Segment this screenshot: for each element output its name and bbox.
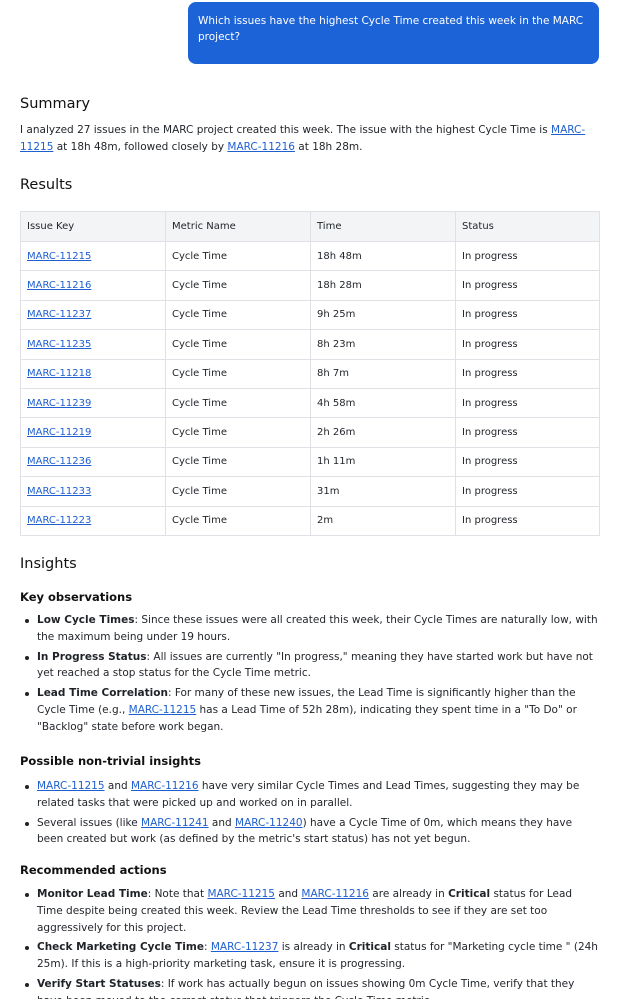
issue-key-link[interactable]: MARC-11236	[27, 456, 91, 467]
table-row: MARC-11237 Cycle Time 9h 25m In progress	[20, 299, 600, 331]
table-row: MARC-11233 Cycle Time 31m In progress	[20, 476, 600, 507]
table-row: MARC-11236 Cycle Time 1h 11m In progress	[20, 446, 600, 478]
time-cell: 8h 23m	[310, 329, 456, 360]
table-row: MARC-11218 Cycle Time 8h 7m In progress	[20, 358, 600, 389]
issue-link[interactable]: MARC-11241	[141, 817, 209, 829]
table-header-row: Issue Key Metric Name Time Status	[20, 211, 600, 242]
time-cell: 2m	[310, 505, 456, 536]
status-cell: In progress	[455, 299, 600, 331]
status-cell: In progress	[455, 387, 600, 419]
issue-key-link[interactable]: MARC-11216	[27, 280, 91, 291]
issue-link[interactable]: MARC-11240	[235, 817, 303, 829]
status-cell: In progress	[455, 240, 600, 272]
results-heading: Results	[20, 177, 73, 193]
metric-name-cell: Cycle Time	[165, 417, 311, 448]
summary-heading: Summary	[20, 96, 91, 112]
issue-key-link[interactable]: MARC-11219	[27, 427, 91, 438]
issue-link[interactable]: MARC-11237	[211, 941, 279, 953]
column-header-time: Time	[310, 211, 456, 242]
status-cell: In progress	[455, 505, 600, 536]
user-question-bubble: Which issues have the highest Cycle Time…	[188, 2, 599, 64]
table-row: MARC-11235 Cycle Time 8h 23m In progress	[20, 329, 600, 360]
metric-name-cell: Cycle Time	[165, 299, 311, 331]
metric-name-cell: Cycle Time	[165, 505, 311, 536]
key-observations-list: Low Cycle Times: Since these issues were…	[20, 612, 600, 739]
list-item: In Progress Status: All issues are curre…	[20, 649, 600, 683]
metric-name-cell: Cycle Time	[165, 387, 311, 419]
status-cell: In progress	[455, 446, 600, 478]
summary-text: I analyzed 27 issues in the MARC project…	[20, 124, 586, 153]
column-header-issue-key: Issue Key	[20, 211, 166, 242]
list-item: Monitor Lead Time: Note that MARC-11215 …	[20, 886, 600, 936]
table-row: MARC-11223 Cycle Time 2m In progress	[20, 505, 600, 536]
status-cell: In progress	[455, 476, 600, 507]
insights-heading: Insights	[20, 556, 77, 572]
list-item: Low Cycle Times: Since these issues were…	[20, 612, 600, 646]
status-cell: In progress	[455, 417, 600, 448]
issue-link[interactable]: MARC-11215	[129, 704, 197, 716]
recommended-actions-heading: Recommended actions	[20, 863, 167, 877]
table-row: MARC-11219 Cycle Time 2h 26m In progress	[20, 417, 600, 448]
status-cell: In progress	[455, 270, 600, 301]
status-cell: In progress	[455, 358, 600, 389]
time-cell: 4h 58m	[310, 387, 456, 419]
issue-key-link[interactable]: MARC-11239	[27, 398, 91, 409]
time-cell: 18h 28m	[310, 270, 456, 301]
time-cell: 31m	[310, 476, 456, 507]
list-item: Verify Start Statuses: If work has actua…	[20, 976, 600, 999]
user-question-text: Which issues have the highest Cycle Time…	[198, 15, 584, 43]
list-item: MARC-11215 and MARC-11216 have very simi…	[20, 778, 600, 812]
time-cell: 9h 25m	[310, 299, 456, 331]
list-item: Check Marketing Cycle Time: MARC-11237 i…	[20, 939, 600, 973]
list-item: Lead Time Correlation: For many of these…	[20, 685, 600, 735]
issue-key-link[interactable]: MARC-11233	[27, 486, 91, 497]
key-observations-heading: Key observations	[20, 590, 133, 604]
metric-name-cell: Cycle Time	[165, 270, 311, 301]
list-item: Several issues (like MARC-11241 and MARC…	[20, 815, 600, 849]
issue-link[interactable]: MARC-11216	[131, 780, 199, 792]
issue-key-link[interactable]: MARC-11218	[27, 368, 91, 379]
table-row: MARC-11216 Cycle Time 18h 28m In progres…	[20, 270, 600, 301]
issue-key-link[interactable]: MARC-11237	[27, 309, 91, 320]
metric-name-cell: Cycle Time	[165, 446, 311, 478]
table-row: MARC-11239 Cycle Time 4h 58m In progress	[20, 387, 600, 419]
issue-link[interactable]: MARC-11216	[301, 888, 369, 900]
metric-name-cell: Cycle Time	[165, 476, 311, 507]
issue-key-link[interactable]: MARC-11223	[27, 515, 91, 526]
recommended-actions-list: Monitor Lead Time: Note that MARC-11215 …	[20, 886, 600, 999]
column-header-status: Status	[455, 211, 600, 242]
issue-key-link[interactable]: MARC-11215	[27, 251, 91, 262]
table-row: MARC-11215 Cycle Time 18h 48m In progres…	[20, 240, 600, 272]
issue-link[interactable]: MARC-11215	[207, 888, 275, 900]
time-cell: 1h 11m	[310, 446, 456, 478]
metric-name-cell: Cycle Time	[165, 240, 311, 272]
issue-link[interactable]: MARC-11216	[227, 141, 295, 153]
time-cell: 8h 7m	[310, 358, 456, 389]
time-cell: 18h 48m	[310, 240, 456, 272]
metric-name-cell: Cycle Time	[165, 329, 311, 360]
non-trivial-insights-list: MARC-11215 and MARC-11216 have very simi…	[20, 778, 600, 851]
time-cell: 2h 26m	[310, 417, 456, 448]
issue-key-link[interactable]: MARC-11235	[27, 339, 91, 350]
non-trivial-insights-heading: Possible non-trivial insights	[20, 754, 201, 768]
status-cell: In progress	[455, 329, 600, 360]
column-header-metric-name: Metric Name	[165, 211, 311, 242]
results-table: Issue Key Metric Name Time Status MARC-1…	[20, 211, 600, 536]
metric-name-cell: Cycle Time	[165, 358, 311, 389]
issue-link[interactable]: MARC-11215	[37, 780, 105, 792]
